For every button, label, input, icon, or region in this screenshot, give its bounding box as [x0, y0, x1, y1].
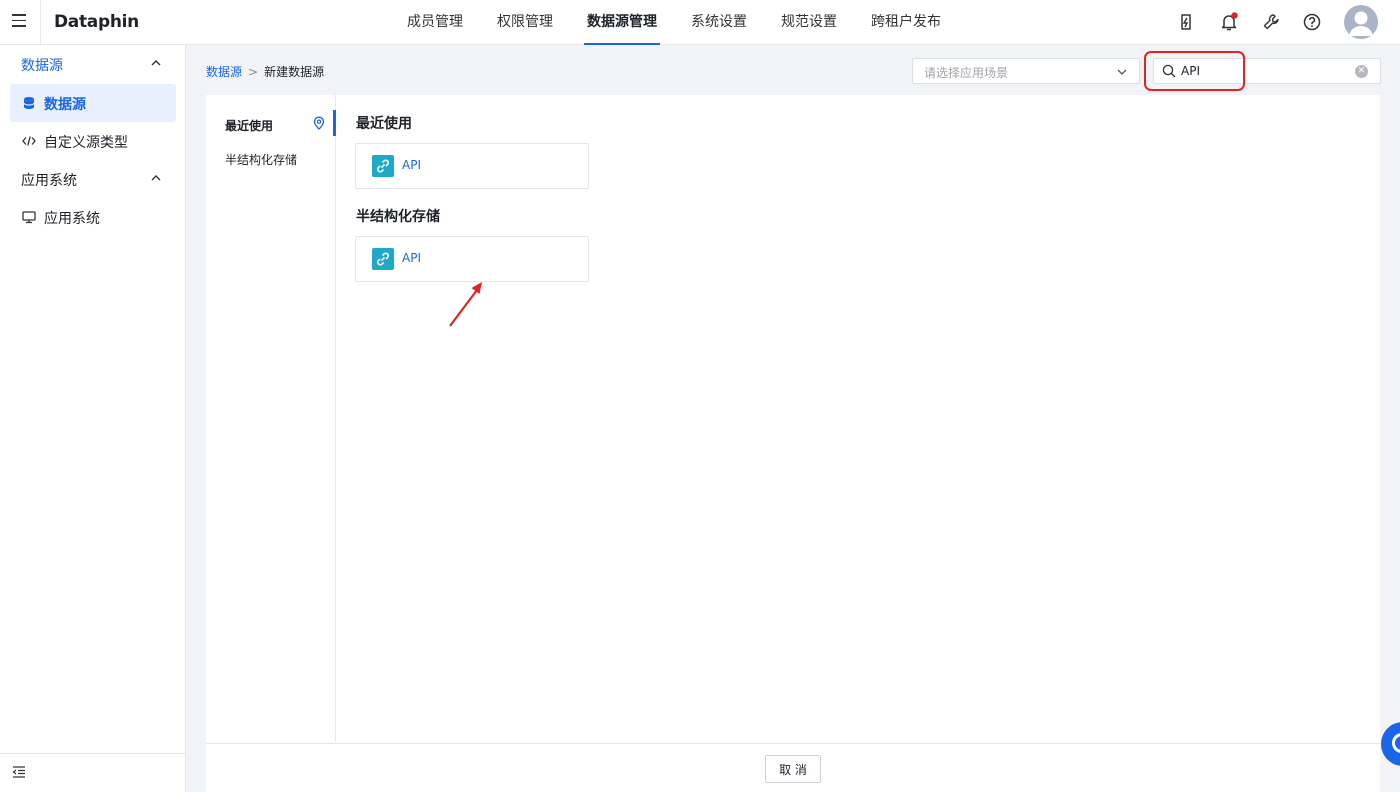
avatar[interactable]	[1344, 5, 1378, 39]
bell-icon[interactable]	[1219, 12, 1239, 32]
database-icon	[23, 97, 35, 109]
wrench-icon[interactable]	[1261, 12, 1281, 32]
location-pin-icon	[313, 116, 325, 130]
nav-datasource-management[interactable]: 数据源管理	[570, 0, 674, 45]
top-nav: 成员管理 权限管理 数据源管理 系统设置 规范设置 跨租户发布	[390, 0, 958, 45]
search-icon	[1162, 64, 1176, 78]
user-avatar-icon	[1349, 11, 1373, 36]
link-icon	[372, 248, 394, 270]
datasource-card-name: API	[402, 251, 421, 265]
monitor-icon	[22, 211, 36, 224]
datasource-card-name: API	[402, 158, 421, 172]
sidebar-item-custom-source-type[interactable]: 自定义源类型	[10, 122, 176, 160]
datasource-card-api-recent[interactable]: API	[355, 143, 589, 189]
category-nav: 最近使用 半结构化存储	[206, 95, 336, 742]
chevron-up-icon[interactable]	[150, 57, 162, 69]
help-icon[interactable]	[1302, 12, 1322, 32]
datasource-panel: 最近使用 半结构化存储 最近使用 API 半结构化存储 API	[206, 95, 1380, 792]
brand-divider	[40, 0, 41, 45]
brand-logo[interactable]: Dataphin	[54, 12, 139, 32]
section-title-semi-structured: 半结构化存储	[356, 209, 440, 225]
scene-select[interactable]: 请选择应用场景	[912, 58, 1140, 84]
nav-permission-management[interactable]: 权限管理	[480, 0, 570, 45]
collapse-sidebar-icon[interactable]	[12, 765, 26, 779]
sidebar-item-app-system[interactable]: 应用系统	[10, 198, 176, 236]
code-icon	[22, 136, 36, 146]
top-bar: Dataphin 成员管理 权限管理 数据源管理 系统设置 规范设置 跨租户发布	[0, 0, 1400, 45]
search-box: ✕	[1153, 58, 1381, 84]
sidebar-item-label: 自定义源类型	[44, 135, 128, 151]
sidebar-item-label: 应用系统	[44, 211, 100, 227]
sidebar: 数据源 数据源 自定义源类型 应用系统 应用系统	[0, 45, 186, 792]
nav-system-settings[interactable]: 系统设置	[674, 0, 764, 45]
datasource-card-api-semi-structured[interactable]: API	[355, 236, 589, 282]
sidebar-group-datasource[interactable]: 数据源	[0, 45, 186, 83]
footer-bar: 取 消	[206, 743, 1380, 792]
sidebar-divider	[0, 753, 186, 754]
clear-icon[interactable]: ✕	[1355, 65, 1368, 78]
cancel-button[interactable]: 取 消	[765, 755, 821, 783]
breadcrumb-current: 新建数据源	[264, 65, 325, 79]
sidebar-group-app-system[interactable]: 应用系统	[0, 160, 186, 198]
menu-icon[interactable]	[12, 14, 28, 30]
search-input[interactable]	[1181, 62, 1341, 80]
breadcrumb: 数据源 > 新建数据源	[206, 63, 324, 80]
sidebar-group-label: 应用系统	[21, 173, 77, 189]
nav-cross-tenant-publish[interactable]: 跨租户发布	[854, 0, 958, 45]
category-semi-structured[interactable]: 半结构化存储	[225, 151, 297, 168]
sidebar-item-label: 数据源	[44, 97, 86, 113]
chevron-up-icon[interactable]	[150, 172, 162, 184]
scene-select-placeholder: 请选择应用场景	[924, 66, 1009, 80]
breadcrumb-separator: >	[248, 65, 259, 79]
section-title-recent: 最近使用	[356, 116, 412, 132]
category-recent[interactable]: 最近使用	[225, 117, 273, 134]
breadcrumb-parent[interactable]: 数据源	[206, 65, 242, 79]
link-icon	[372, 155, 394, 177]
lightning-badge-icon[interactable]	[1176, 12, 1196, 32]
category-active-indicator	[333, 110, 336, 136]
sidebar-item-datasource[interactable]: 数据源	[10, 84, 176, 122]
chevron-down-icon	[1117, 69, 1127, 75]
nav-standard-settings[interactable]: 规范设置	[764, 0, 854, 45]
floating-help-icon[interactable]	[1381, 722, 1400, 766]
sidebar-group-label: 数据源	[21, 58, 63, 74]
nav-member-management[interactable]: 成员管理	[390, 0, 480, 45]
